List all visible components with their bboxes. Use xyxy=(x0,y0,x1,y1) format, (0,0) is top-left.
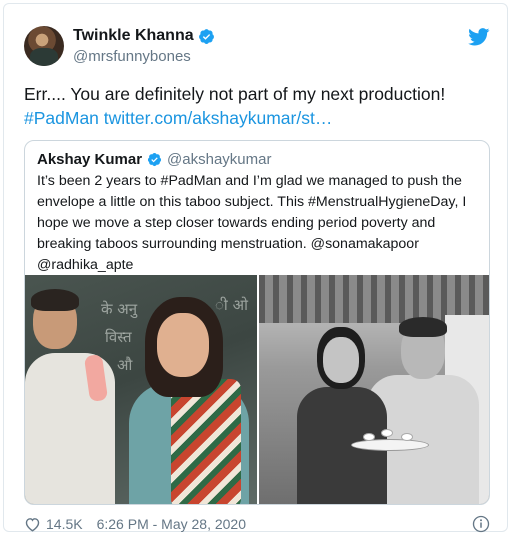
verified-badge-icon xyxy=(147,152,162,167)
hashtag-link[interactable]: #PadMan xyxy=(24,108,99,128)
author-handle[interactable]: @mrsfunnybones xyxy=(73,47,215,66)
author-avatar[interactable] xyxy=(24,26,64,66)
quoted-media: के अनु ी ओ विस्त औ xyxy=(25,275,489,504)
quoted-author-handle: @akshaykumar xyxy=(167,151,272,168)
tweet-timestamp[interactable]: 6:26 PM - May 28, 2020 xyxy=(97,516,246,532)
info-icon[interactable] xyxy=(472,515,490,533)
author-display-name[interactable]: Twinkle Khanna xyxy=(73,26,194,46)
quoted-tweet-header: Akshay Kumar @akshaykumar xyxy=(37,151,271,168)
verified-badge-icon xyxy=(198,28,214,44)
author-names[interactable]: Twinkle Khanna @mrsfunnybones xyxy=(73,26,215,66)
quoted-url-link[interactable]: twitter.com/akshaykumar/st… xyxy=(104,108,333,128)
tweet-body: Err.... You are definitely not part of m… xyxy=(24,84,446,104)
tweet-footer: 14.5K 6:26 PM - May 28, 2020 xyxy=(24,514,490,534)
like-count[interactable]: 14.5K xyxy=(46,516,83,532)
heart-icon[interactable] xyxy=(24,516,41,532)
quoted-tweet-text: It’s been 2 years to #PadMan and I’m gla… xyxy=(37,173,467,273)
media-photo-1[interactable]: के अनु ी ओ विस्त औ xyxy=(25,275,257,504)
twitter-bird-icon[interactable] xyxy=(468,28,490,46)
tweet-header: Twinkle Khanna @mrsfunnybones xyxy=(24,26,490,70)
quoted-tweet[interactable]: Akshay Kumar @akshaykumar It’s been 2 ye… xyxy=(24,140,490,505)
media-photo-2[interactable] xyxy=(259,275,489,504)
tweet-card: Twinkle Khanna @mrsfunnybones Err.... Yo… xyxy=(3,3,508,534)
quoted-author-name: Akshay Kumar xyxy=(37,151,143,168)
tweet-text: Err.... You are definitely not part of m… xyxy=(24,82,494,130)
